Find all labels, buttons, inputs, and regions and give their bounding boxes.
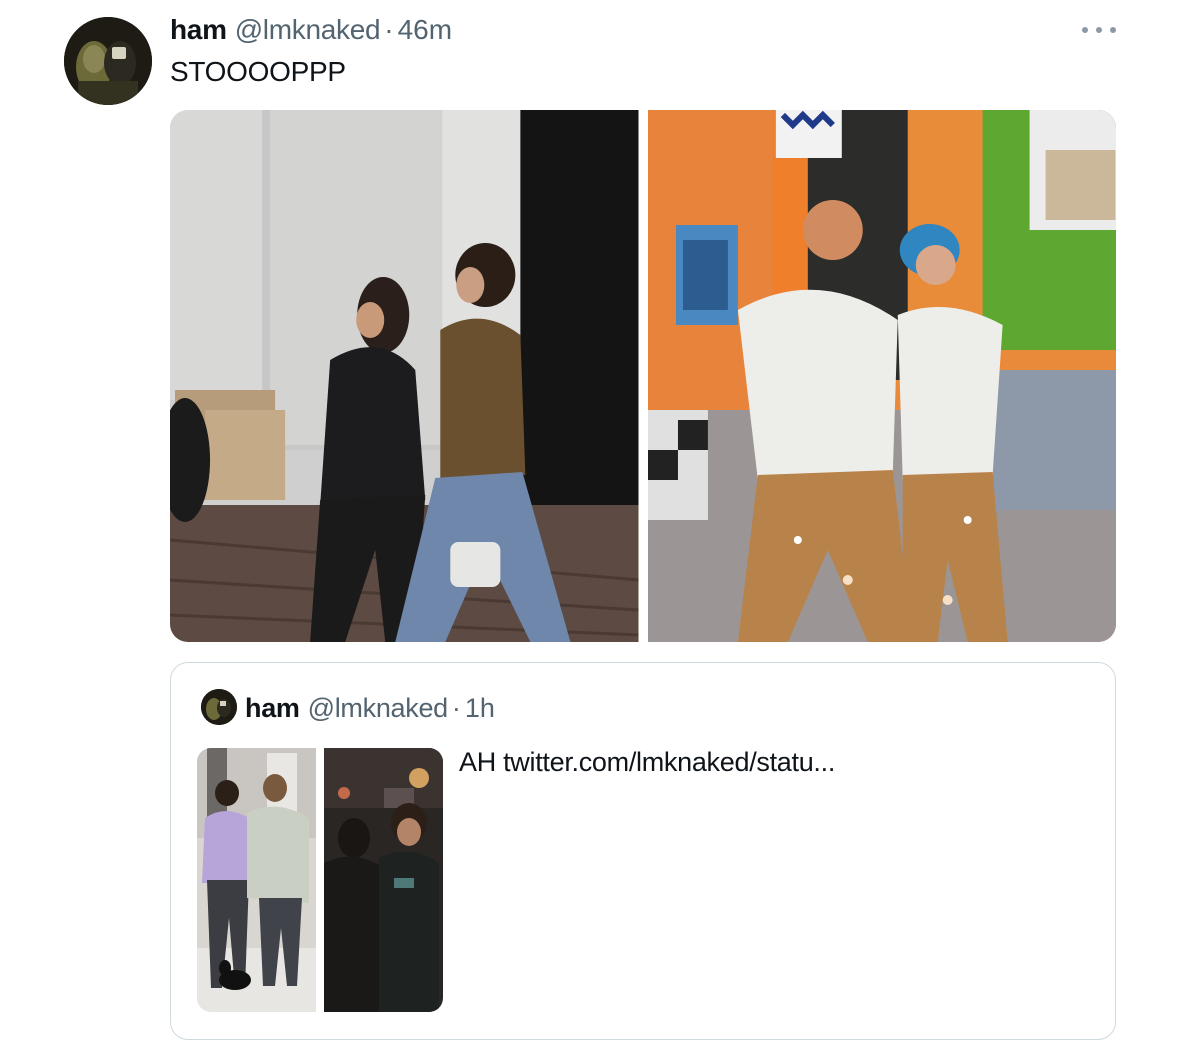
quoted-tweet[interactable]: ham @lmknaked · 1h AH twitter.com/lmknak… xyxy=(170,662,1116,1040)
quoted-tweet-text: AH twitter.com/lmknaked/statu... xyxy=(459,747,836,777)
separator-dot: · xyxy=(451,693,461,723)
tweet-header: ham @lmknaked · 46m xyxy=(170,14,452,48)
quoted-media-grid xyxy=(197,748,443,1012)
quoted-timestamp: 1h xyxy=(464,693,495,723)
photo-painted-pants-duo[interactable] xyxy=(647,110,1116,642)
quoted-header: ham @lmknaked · 1h xyxy=(245,693,495,724)
photo-night-street xyxy=(324,748,443,1012)
author-handle[interactable]: @lmknaked xyxy=(235,14,381,46)
dot-icon xyxy=(1096,27,1102,33)
photo-couple-street[interactable] xyxy=(170,110,639,642)
dot-icon xyxy=(1110,27,1116,33)
tweet-text: STOOOOPPP xyxy=(170,56,346,87)
quoted-author-handle[interactable]: @lmknaked xyxy=(308,693,449,724)
separator-dot: · xyxy=(384,14,394,45)
quoted-avatar[interactable] xyxy=(201,689,237,725)
author-name[interactable]: ham xyxy=(170,14,227,46)
avatar[interactable] xyxy=(64,17,152,105)
photo-couple-with-dog xyxy=(197,748,316,1012)
tweet[interactable]: ham @lmknaked · 46m STOOOOPPP ham @lmkna… xyxy=(0,0,1200,1057)
quoted-author-name[interactable]: ham xyxy=(245,693,300,724)
dot-icon xyxy=(1082,27,1088,33)
timestamp[interactable]: 46m xyxy=(398,14,452,46)
media-grid xyxy=(170,110,1116,642)
more-horizontal-icon[interactable] xyxy=(1082,20,1116,40)
